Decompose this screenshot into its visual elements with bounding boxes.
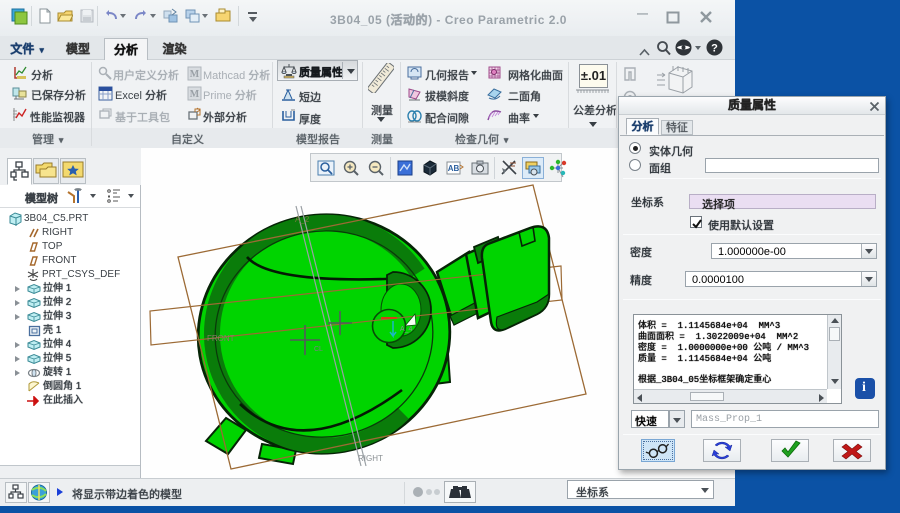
svg-text:?: ?: [711, 43, 718, 55]
svg-text:A_2: A_2: [295, 215, 310, 224]
svg-text:CL: CL: [314, 346, 323, 353]
svg-text:M: M: [190, 69, 200, 80]
svg-text:A_4: A_4: [400, 326, 413, 333]
svg-text:RIGHT: RIGHT: [358, 454, 383, 463]
svg-text:M: M: [190, 89, 200, 100]
svg-text:AB: AB: [448, 164, 460, 173]
svg-text:FRONT: FRONT: [207, 334, 235, 343]
